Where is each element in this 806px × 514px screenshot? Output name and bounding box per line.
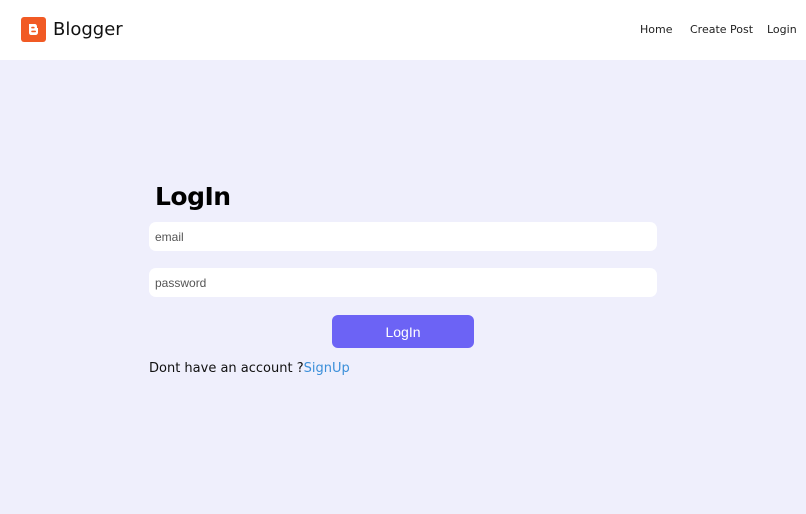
signup-link[interactable]: SignUp: [304, 361, 350, 376]
nav-create-post-link[interactable]: Create Post: [690, 23, 753, 36]
password-field[interactable]: [149, 268, 657, 297]
login-button[interactable]: LogIn: [332, 315, 474, 348]
page-title: LogIn: [155, 182, 231, 211]
brand-name: Blogger: [53, 19, 123, 40]
blogger-logo-icon: [21, 17, 46, 42]
nav-login-link[interactable]: Login: [767, 23, 797, 36]
top-navbar: Blogger Home Create Post Login: [0, 0, 806, 60]
nav-home-link[interactable]: Home: [640, 23, 672, 36]
brand[interactable]: Blogger: [21, 17, 123, 42]
signup-prompt-text: Dont have an account ?: [149, 361, 304, 376]
email-field[interactable]: [149, 222, 657, 251]
signup-prompt-row: Dont have an account ?SignUp: [149, 361, 350, 376]
